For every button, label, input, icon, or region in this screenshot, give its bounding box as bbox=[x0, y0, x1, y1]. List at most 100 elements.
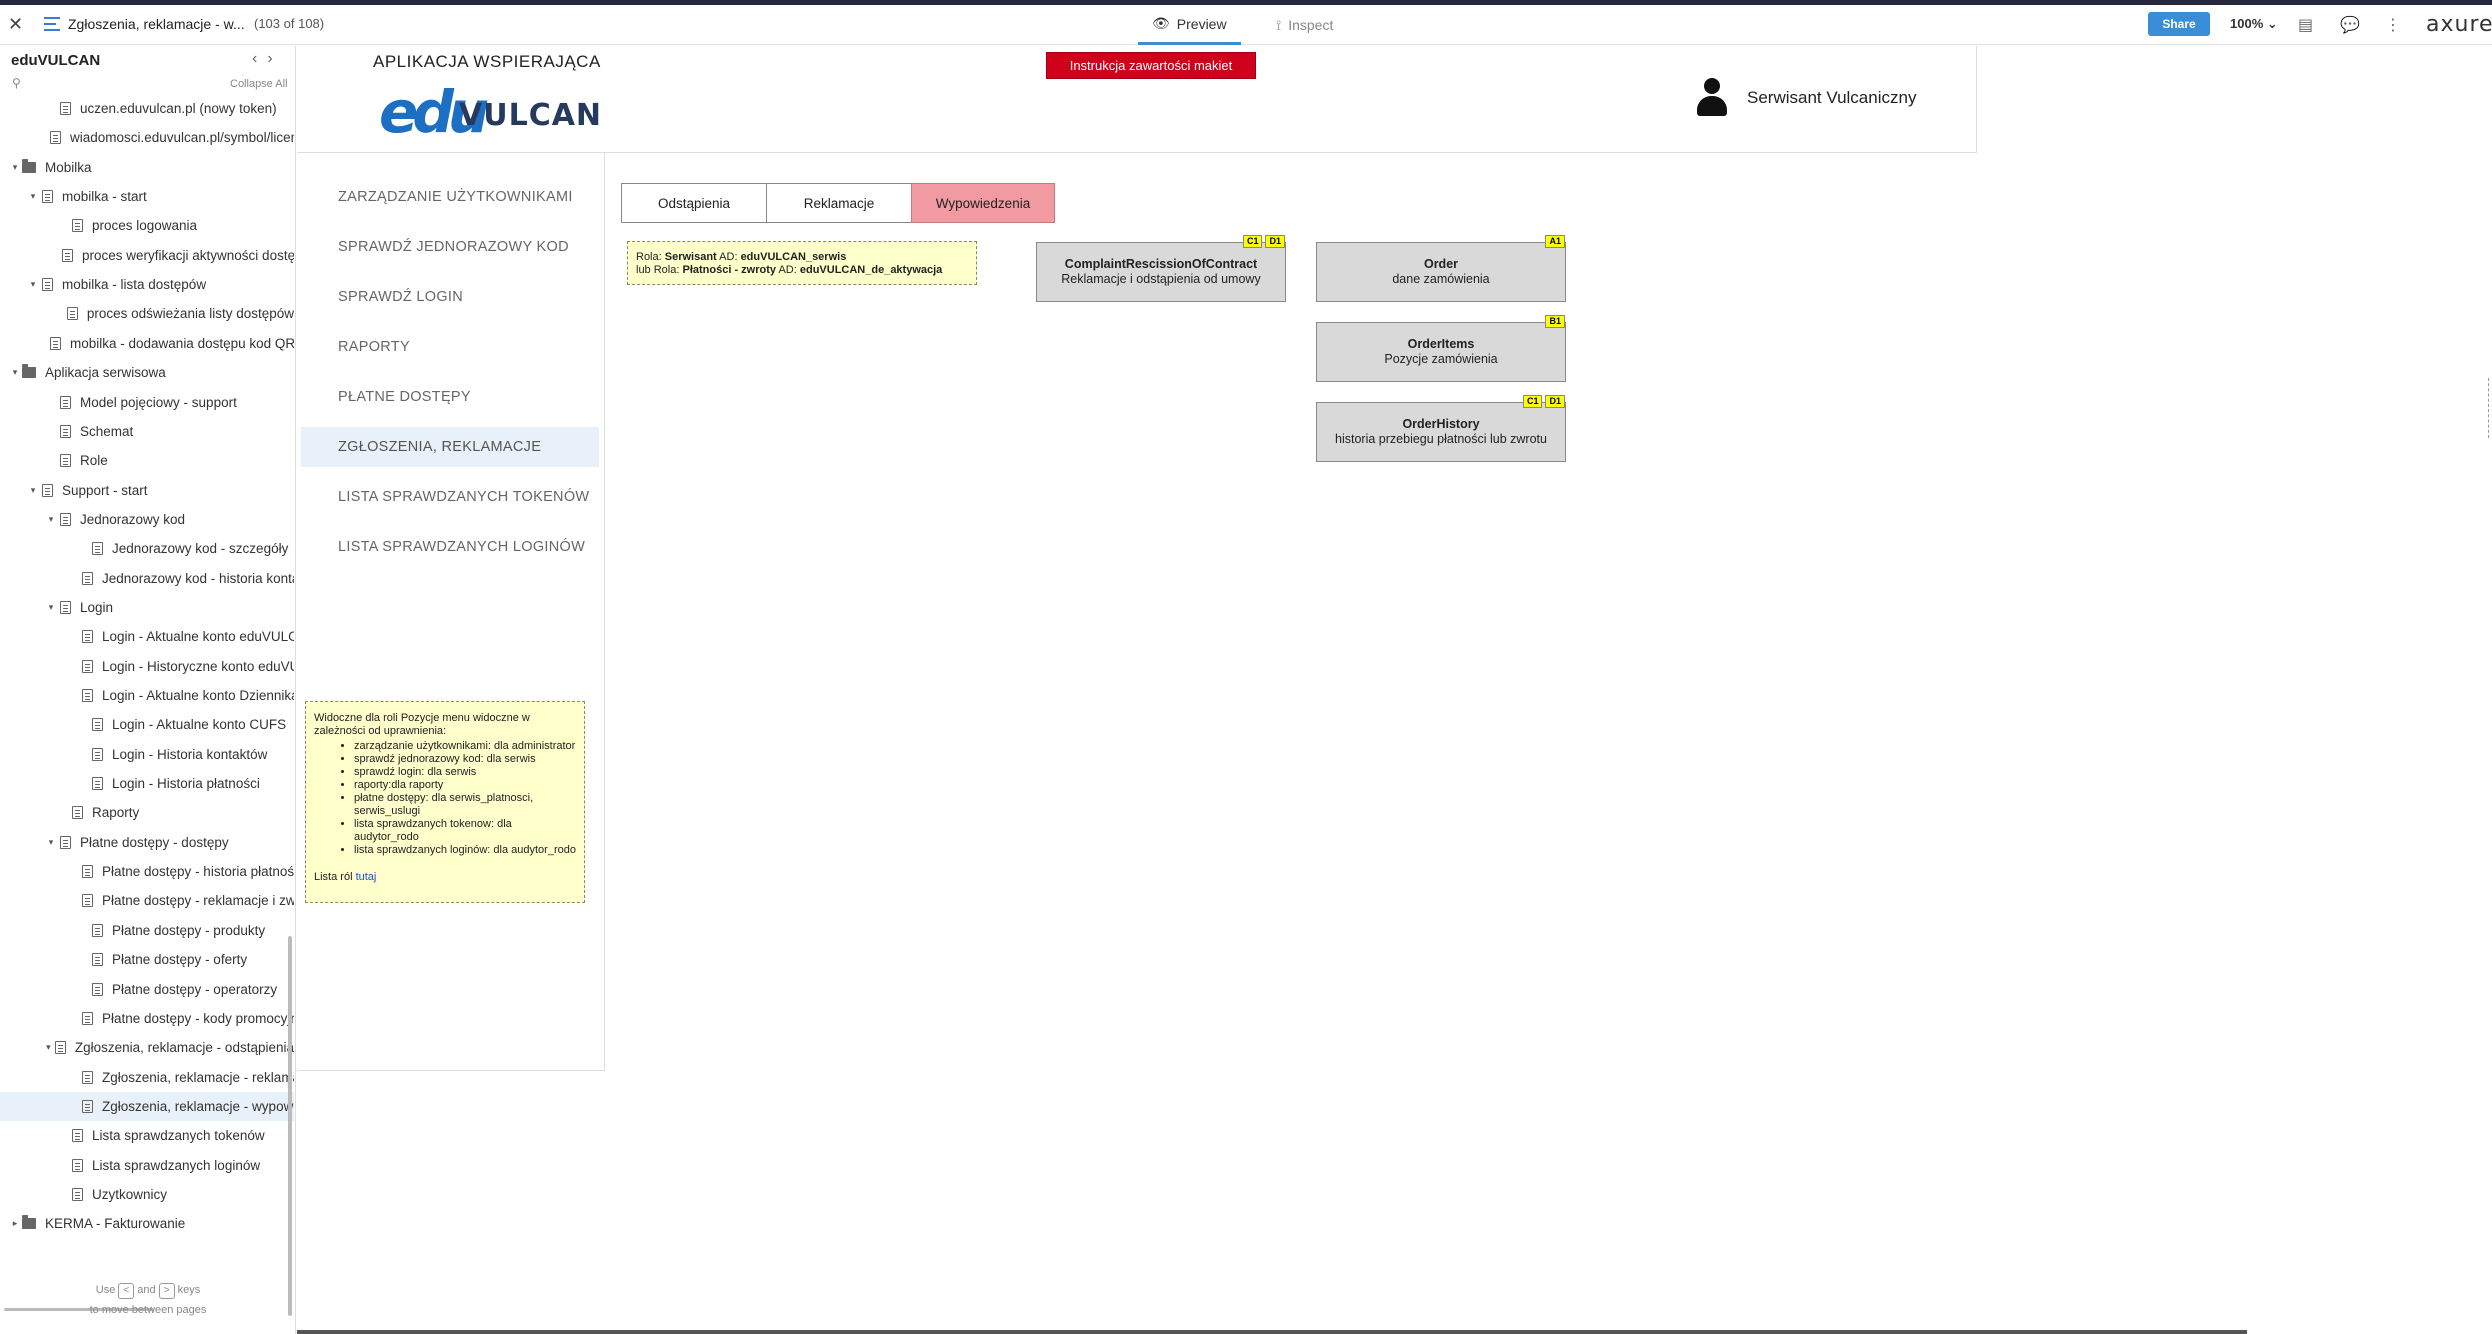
note-list-item: raporty:dla raporty bbox=[354, 779, 576, 792]
tree-item-label: Model pojęciowy - support bbox=[80, 394, 237, 410]
tree-page[interactable]: Lista sprawdzanych loginów bbox=[0, 1151, 294, 1180]
tree-page[interactable]: Login - Aktualne konto eduVULCAN bbox=[0, 622, 294, 651]
tree-page[interactable]: mobilka - dodawania dostępu kod QR bbox=[0, 329, 294, 358]
tree-page[interactable]: proces weryfikacji aktywności dostępu bbox=[0, 241, 294, 270]
more-options-icon[interactable]: ⋮ bbox=[2385, 15, 2401, 35]
tree-page[interactable]: Role bbox=[0, 446, 294, 475]
tree-page[interactable]: Płatne dostępy - oferty bbox=[0, 945, 294, 974]
chevron-right-icon[interactable]: › bbox=[267, 50, 282, 67]
tree-page[interactable]: Płatne dostępy - operatorzy bbox=[0, 975, 294, 1004]
tree-item-label: Login - Aktualne konto eduVULCAN bbox=[102, 629, 294, 645]
zoom-value: 100% bbox=[2230, 16, 2264, 31]
page-icon bbox=[72, 1129, 83, 1143]
tree-page[interactable]: ▾ Płatne dostępy - dostępy bbox=[0, 828, 294, 857]
caret-down-icon[interactable]: ▾ bbox=[46, 837, 56, 848]
roles-link[interactable]: tutaj bbox=[356, 871, 377, 883]
caret-down-icon[interactable]: ▾ bbox=[28, 279, 38, 290]
tree-page[interactable]: Schemat bbox=[0, 417, 294, 446]
tree-page[interactable]: ▾ mobilka - start bbox=[0, 182, 294, 211]
menu-item[interactable]: PŁATNE DOSTĘPY bbox=[301, 377, 599, 417]
chevron-left-icon[interactable]: ‹ bbox=[252, 50, 267, 67]
caret-down-icon[interactable]: ▾ bbox=[10, 162, 20, 173]
keyboard-hint: Use < and > keys to move between pages bbox=[89, 1283, 207, 1316]
tree-page[interactable]: Płatne dostępy - produkty bbox=[0, 916, 294, 945]
tree-page[interactable]: Model pojęciowy - support bbox=[0, 388, 294, 417]
tree-page[interactable]: Płatne dostępy - kody promocyjne bbox=[0, 1004, 294, 1033]
close-icon[interactable]: ✕ bbox=[8, 14, 23, 35]
collapse-all-button[interactable]: Collapse All bbox=[230, 78, 287, 90]
tree-page[interactable]: Uzytkownicy bbox=[0, 1180, 294, 1209]
page-nav-arrows[interactable]: ‹› bbox=[252, 50, 283, 68]
tree-page[interactable]: proces odświeżania listy dostępów bbox=[0, 299, 294, 328]
tree-item-label: Login - Aktualne konto CUFS bbox=[112, 717, 287, 733]
tree-page[interactable]: Płatne dostępy - historia płatności bbox=[0, 857, 294, 886]
menu-item[interactable]: ZGŁOSZENIA, REKLAMACJE bbox=[301, 427, 599, 467]
page-icon bbox=[54, 1041, 66, 1055]
tree-page[interactable]: wiadomosci.eduvulcan.pl/symbol/licencja bbox=[0, 123, 294, 152]
caret-down-icon[interactable]: ▾ bbox=[46, 1042, 51, 1053]
entity-box: OrderItems Pozycje zamówienia B1 bbox=[1316, 315, 1566, 382]
entity-badge: D1 bbox=[1545, 395, 1565, 408]
comments-icon[interactable]: 💬 bbox=[2340, 15, 2360, 35]
share-button[interactable]: Share bbox=[2148, 12, 2210, 36]
entity-badge: A1 bbox=[1545, 235, 1565, 248]
caret-down-icon[interactable]: ▾ bbox=[28, 191, 38, 202]
tab-reklamacje[interactable]: Reklamacje bbox=[766, 183, 912, 223]
tree-page[interactable]: Raporty bbox=[0, 798, 294, 827]
menu-item[interactable]: SPRAWDŹ LOGIN bbox=[301, 277, 599, 317]
tree-page[interactable]: Płatne dostępy - reklamacje i zwroty bbox=[0, 886, 294, 915]
page-icon bbox=[92, 542, 103, 556]
tree-page[interactable]: ▾ Zgłoszenia, reklamacje - odstąpienia bbox=[0, 1033, 294, 1062]
tab-inspect[interactable]: ⟟ Inspect bbox=[1272, 5, 1337, 45]
tab-wypowiedzenia[interactable]: Wypowiedzenia bbox=[911, 183, 1055, 223]
tree-page[interactable]: ▾ mobilka - lista dostępów bbox=[0, 270, 294, 299]
tab-odstąpienia[interactable]: Odstąpienia bbox=[621, 183, 767, 223]
caret-down-icon[interactable]: ▾ bbox=[28, 485, 38, 496]
zoom-select[interactable]: 100% ⌄ bbox=[2230, 16, 2278, 32]
tree-item-label: Login - Historia kontaktów bbox=[112, 746, 268, 762]
hamburger-menu-icon[interactable] bbox=[44, 17, 60, 31]
caret-down-icon[interactable]: ▾ bbox=[46, 602, 56, 613]
tree-folder[interactable]: ▸ KERMA - Fakturowanie bbox=[0, 1209, 294, 1238]
tree-item-label: Płatne dostępy - oferty bbox=[112, 952, 248, 968]
tree-page[interactable]: ▾ Login bbox=[0, 593, 294, 622]
instruction-button[interactable]: Instrukcja zawartości makiet bbox=[1046, 52, 1256, 79]
tree-page[interactable]: Login - Aktualne konto Dziennika VULCAN bbox=[0, 681, 294, 710]
prototype-canvas: APLIKACJA WSPIERAJĄCA edu VULCAN Instruk… bbox=[297, 46, 2492, 1334]
tree-page[interactable]: Lista sprawdzanych tokenów bbox=[0, 1121, 294, 1150]
notes-icon[interactable]: ▤ bbox=[2298, 15, 2313, 35]
tree-page[interactable]: uczen.eduvulcan.pl (nowy token) bbox=[0, 94, 294, 123]
tree-folder[interactable]: ▾ Aplikacja serwisowa bbox=[0, 358, 294, 387]
tab-preview[interactable]: 👁 Preview bbox=[1138, 5, 1241, 45]
caret-down-icon[interactable]: ▾ bbox=[46, 514, 56, 525]
menu-item[interactable]: ZARZĄDZANIE UŻYTKOWNIKAMI bbox=[301, 177, 599, 217]
search-icon[interactable]: ⚲ bbox=[12, 76, 21, 90]
menu-item[interactable]: LISTA SPRAWDZANYCH LOGINÓW bbox=[301, 527, 599, 567]
tree-item-label: Uzytkownicy bbox=[92, 1186, 168, 1202]
menu-item[interactable]: LISTA SPRAWDZANYCH TOKENÓW bbox=[301, 477, 599, 517]
menu-item[interactable]: SPRAWDŹ JEDNORAZOWY KOD bbox=[301, 227, 599, 267]
menu-item[interactable]: RAPORTY bbox=[301, 327, 599, 367]
tree-folder[interactable]: ▾ Mobilka bbox=[0, 153, 294, 182]
tree-page[interactable]: Jednorazowy kod - szczegóły bbox=[0, 534, 294, 563]
tree-page[interactable]: Login - Historia kontaktów bbox=[0, 740, 294, 769]
tree-page[interactable]: Zgłoszenia, reklamacje - wypowiedzenia bbox=[0, 1091, 294, 1121]
page-icon bbox=[72, 219, 83, 233]
tree-page[interactable]: Jednorazowy kod - historia kontaktów bbox=[0, 564, 294, 593]
sidebar-scrollbar[interactable] bbox=[288, 936, 292, 1316]
tree-page[interactable]: ▾ Support - start bbox=[0, 476, 294, 505]
page-icon bbox=[60, 512, 71, 526]
caret-right-icon[interactable]: ▸ bbox=[10, 1218, 20, 1229]
entity-box: Order dane zamówienia A1 bbox=[1316, 235, 1566, 302]
tree-page[interactable]: Login - Historyczne konto eduVULCAN bbox=[0, 652, 294, 681]
caret-down-icon[interactable]: ▾ bbox=[10, 367, 20, 378]
tree-item-label: Support - start bbox=[62, 482, 148, 498]
page-icon bbox=[82, 865, 93, 879]
tree-page[interactable]: Login - Aktualne konto CUFS bbox=[0, 710, 294, 739]
eye-icon: 👁 bbox=[1152, 15, 1170, 31]
tree-page[interactable]: Login - Historia płatności bbox=[0, 769, 294, 798]
page-icon bbox=[62, 248, 73, 262]
tree-page[interactable]: Zgłoszenia, reklamacje - reklamacje bbox=[0, 1063, 294, 1092]
tree-page[interactable]: proces logowania bbox=[0, 211, 294, 240]
tree-page[interactable]: ▾ Jednorazowy kod bbox=[0, 505, 294, 534]
